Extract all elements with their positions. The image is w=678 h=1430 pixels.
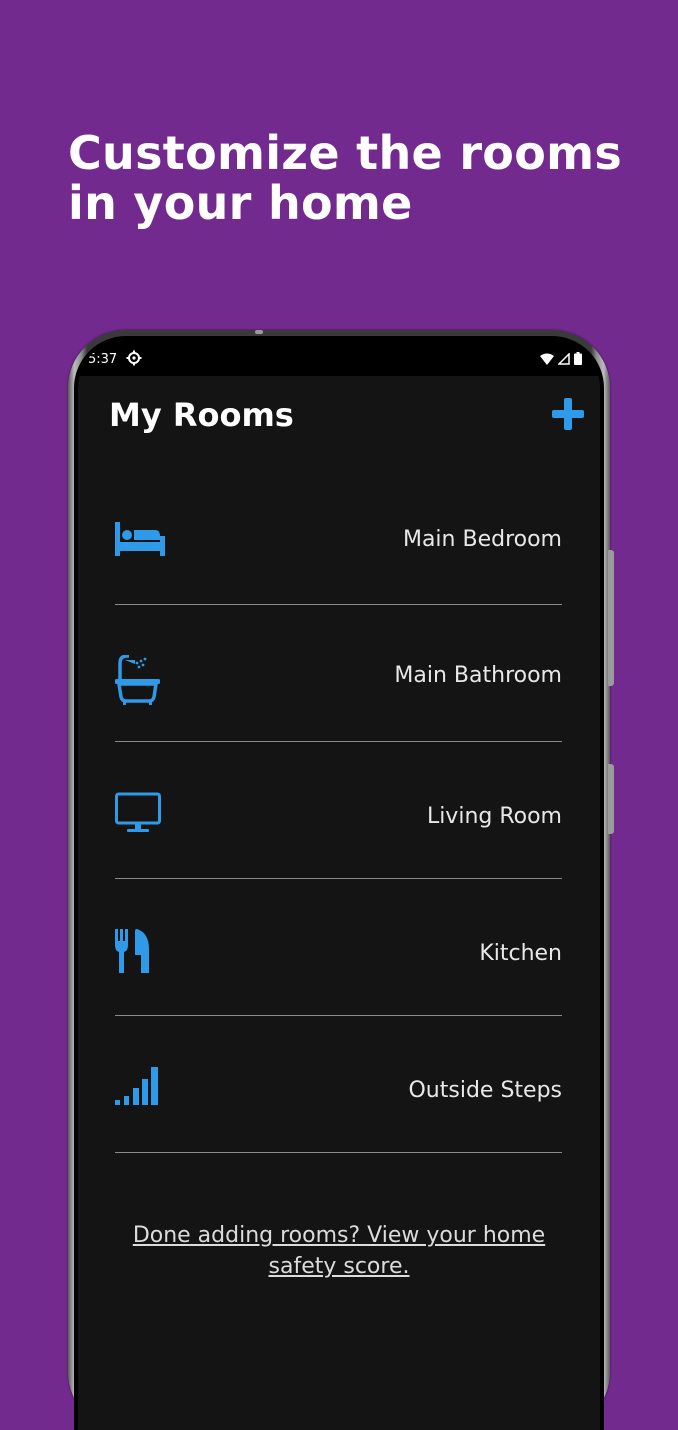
headline: Customize the rooms in your home: [68, 128, 648, 228]
room-list: Main Bedroom Main Bathroom Living Room K…: [115, 468, 562, 1153]
page-title: My Rooms: [109, 396, 294, 434]
steps-icon: [115, 1067, 158, 1105]
room-item-kitchen[interactable]: Kitchen: [115, 879, 562, 1016]
headline-line-2: in your home: [68, 176, 413, 230]
room-item-outside-steps[interactable]: Outside Steps: [115, 1016, 562, 1153]
phone-sensor: [255, 330, 263, 334]
status-icons: [540, 352, 582, 365]
app-screen: 5:37 My Rooms Main Bedroom Main Bathroom…: [78, 340, 600, 1430]
room-label: Living Room: [426, 804, 562, 829]
phone-screen: 5:37 My Rooms Main Bedroom Main Bathroom…: [74, 336, 604, 1430]
status-bar: 5:37: [78, 340, 600, 376]
wifi-icon: [540, 353, 554, 365]
battery-icon: [574, 352, 582, 365]
room-label: Kitchen: [479, 941, 562, 966]
room-item-living-room[interactable]: Living Room: [115, 742, 562, 879]
headline-line-1: Customize the rooms: [68, 126, 623, 180]
volume-button: [608, 550, 614, 686]
room-label: Main Bathroom: [394, 663, 562, 688]
tv-icon: [115, 792, 161, 832]
plus-icon: [552, 398, 584, 430]
phone-frame: 5:37 My Rooms Main Bedroom Main Bathroom…: [68, 330, 614, 1430]
status-time: 5:37: [88, 352, 118, 367]
bed-icon: [115, 522, 165, 556]
bathtub-icon: [115, 655, 160, 705]
view-safety-score-link[interactable]: Done adding rooms? View your home safety…: [78, 1220, 600, 1282]
room-label: Outside Steps: [408, 1078, 562, 1103]
room-item-main-bathroom[interactable]: Main Bathroom: [115, 605, 562, 742]
room-item-main-bedroom[interactable]: Main Bedroom: [115, 468, 562, 605]
add-room-button[interactable]: [550, 396, 586, 432]
settings-gear-icon: [126, 350, 142, 366]
power-button: [608, 764, 614, 834]
utensils-icon: [115, 929, 149, 973]
room-label: Main Bedroom: [402, 527, 562, 552]
signal-icon: [558, 352, 570, 365]
